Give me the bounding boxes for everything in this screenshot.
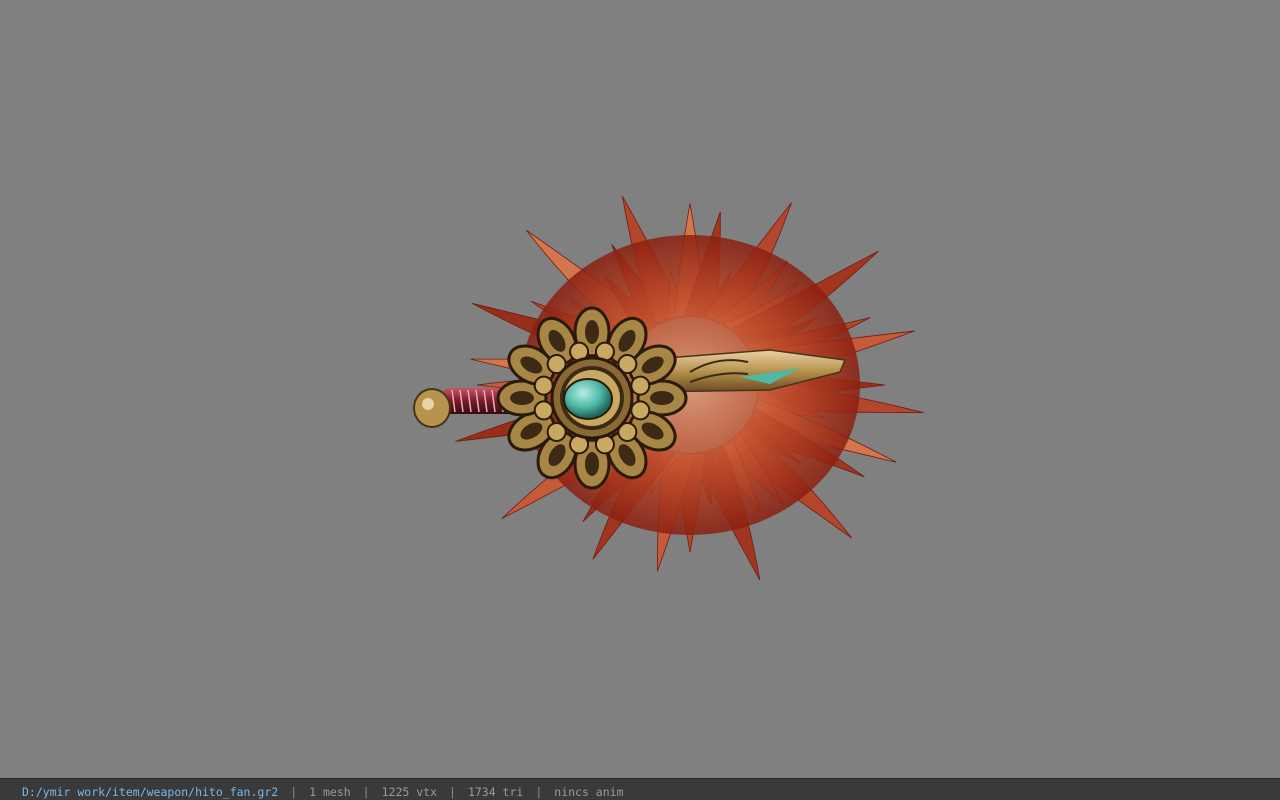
rosette-bead — [630, 400, 651, 421]
status-bar: D:/ymir work/item/weapon/hito_fan.gr2 | 1 … — [0, 778, 1280, 800]
status-separator: | — [535, 785, 543, 799]
3d-viewport[interactable] — [0, 0, 1280, 778]
rosette-petal-inner — [650, 391, 674, 405]
status-separator: | — [290, 785, 298, 799]
file-path: D:/ymir work/item/weapon/hito_fan.gr2 — [22, 785, 279, 799]
animation-status: nincs anim — [554, 785, 624, 799]
triangle-count: 1734 tri — [467, 785, 524, 799]
model-render[interactable] — [0, 0, 1280, 778]
turquoise-gem — [563, 378, 613, 420]
mesh-count: 1 mesh — [309, 785, 351, 799]
vertex-count: 1225 vtx — [381, 785, 437, 799]
status-separator: | — [449, 785, 456, 799]
rosette-bead — [533, 400, 554, 421]
rosette-petal-inner — [585, 452, 599, 476]
rosette-petal-inner — [510, 391, 534, 405]
rosette-bead — [630, 375, 651, 396]
rosette-petal-inner — [585, 320, 599, 344]
rosette-bead — [533, 375, 554, 396]
status-separator: | — [362, 785, 370, 799]
